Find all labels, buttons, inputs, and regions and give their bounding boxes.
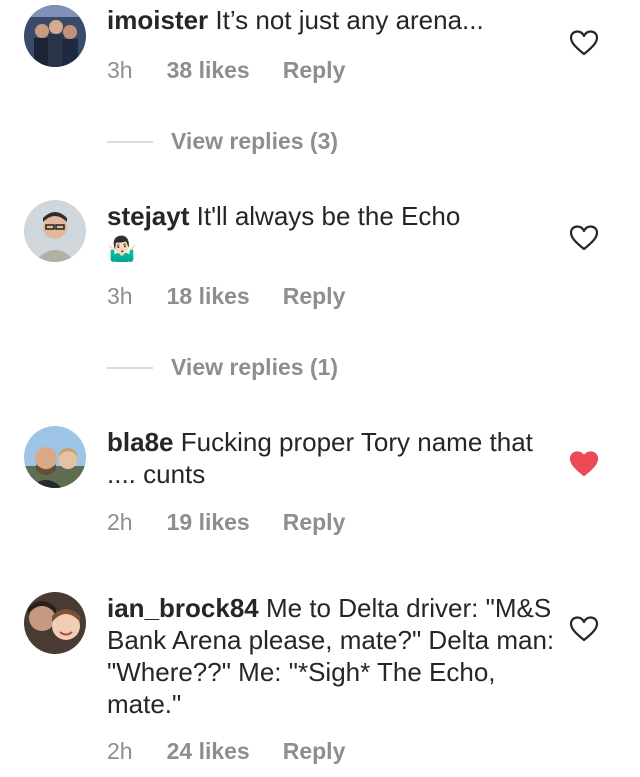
shrug-emoji-icon: 🤷🏻‍♂️ [107, 236, 137, 263]
comment-text: ian_brock84 Me to Delta driver: "M&S Ban… [107, 592, 557, 720]
avatar[interactable] [24, 592, 86, 654]
divider-line [107, 366, 153, 369]
comment-likes[interactable]: 19 likes [167, 509, 250, 536]
comment-time: 2h [107, 509, 133, 535]
avatar[interactable] [24, 200, 86, 262]
comment-time: 2h [107, 738, 133, 764]
avatar[interactable] [24, 5, 86, 67]
reply-button[interactable]: Reply [283, 509, 346, 536]
comment-likes[interactable]: 24 likes [167, 738, 250, 765]
comment-username[interactable]: bla8e [107, 427, 174, 457]
divider-line [107, 140, 153, 143]
comment-text: bla8e Fucking proper Tory name that ....… [107, 426, 547, 490]
reply-button[interactable]: Reply [283, 738, 346, 765]
comment-meta: 2h 24 likes Reply [107, 738, 345, 765]
comment-likes[interactable]: 18 likes [167, 283, 250, 310]
view-replies-button[interactable]: View replies (1) [107, 354, 338, 381]
comment-meta: 3h 38 likes Reply [107, 57, 345, 84]
comment-meta: 3h 18 likes Reply [107, 283, 345, 310]
view-replies-label: View replies (3) [171, 128, 339, 154]
comment-body: It’s not just any arena... [215, 5, 484, 35]
heart-icon[interactable] [570, 30, 598, 56]
comment-username[interactable]: ian_brock84 [107, 593, 259, 623]
comment-username[interactable]: stejayt [107, 201, 189, 231]
reply-button[interactable]: Reply [283, 283, 346, 310]
comment-text: imoister It’s not just any arena... [107, 4, 547, 36]
comment-username[interactable]: imoister [107, 5, 208, 35]
comment-text: stejayt It'll always be the Echo 🤷🏻‍♂️ [107, 200, 547, 266]
comment-time: 3h [107, 283, 133, 309]
view-replies-button[interactable]: View replies (3) [107, 128, 338, 155]
view-replies-label: View replies (1) [171, 354, 339, 380]
heart-filled-icon[interactable] [570, 451, 598, 477]
comment-likes[interactable]: 38 likes [167, 57, 250, 84]
avatar[interactable] [24, 426, 86, 488]
reply-button[interactable]: Reply [283, 57, 346, 84]
comment-time: 3h [107, 57, 133, 83]
comment-body: It'll always be the Echo [196, 201, 461, 231]
heart-icon[interactable] [570, 225, 598, 251]
heart-icon[interactable] [570, 616, 598, 642]
comment-meta: 2h 19 likes Reply [107, 509, 345, 536]
